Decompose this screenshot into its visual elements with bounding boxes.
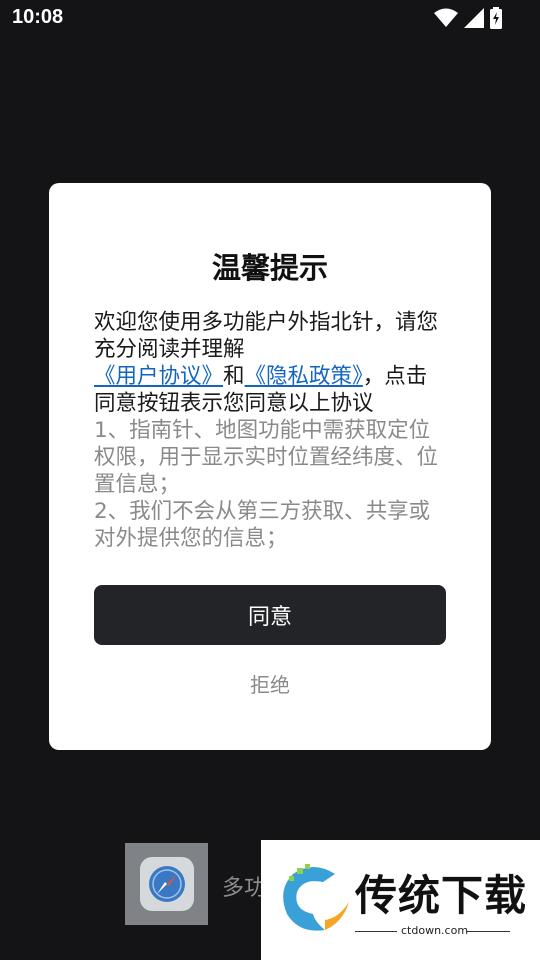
watermark-logo: 传统下载 ctdown.com bbox=[261, 840, 540, 960]
watermark-divider-left bbox=[355, 931, 397, 932]
dialog-body: 欢迎您使用多功能户外指北针，请您充分阅读并理解 《用户协议》和《隐私政策》，点击… bbox=[94, 309, 446, 552]
watermark-url: ctdown.com bbox=[401, 924, 469, 937]
watermark-mark-icon bbox=[283, 864, 349, 931]
watermark-brand: 传统下载 bbox=[355, 871, 528, 920]
signal-icon bbox=[464, 8, 484, 28]
and-text: 和 bbox=[223, 364, 245, 389]
privacy-policy-link[interactable]: 《隐私政策》 bbox=[245, 364, 363, 389]
battery-charging-icon bbox=[490, 7, 502, 29]
dialog-title: 温馨提示 bbox=[211, 251, 328, 285]
intro-text: 欢迎您使用多功能户外指北针，请您充分阅读并理解 bbox=[94, 310, 439, 362]
status-time: 10:08 bbox=[12, 6, 64, 28]
status-icons bbox=[434, 7, 502, 29]
user-agreement-link[interactable]: 《用户协议》 bbox=[94, 364, 223, 389]
app-compass-icon bbox=[125, 843, 208, 925]
permission-point-1: 1、指南针、地图功能中需获取定位权限，用于显示实时位置经纬度、位置信息； bbox=[94, 418, 439, 497]
permission-point-2: 2、我们不会从第三方获取、共享或对外提供您的信息； bbox=[94, 499, 431, 551]
refuse-button[interactable]: 拒绝 bbox=[49, 669, 491, 698]
status-bar: 10:08 bbox=[0, 0, 540, 36]
wifi-icon bbox=[434, 8, 458, 28]
privacy-dialog: 温馨提示 欢迎您使用多功能户外指北针，请您充分阅读并理解 《用户协议》和《隐私政… bbox=[49, 183, 491, 750]
app-name-label: 多功 bbox=[222, 876, 267, 901]
agree-button[interactable]: 同意 bbox=[94, 585, 446, 645]
watermark-divider-right bbox=[466, 931, 510, 932]
